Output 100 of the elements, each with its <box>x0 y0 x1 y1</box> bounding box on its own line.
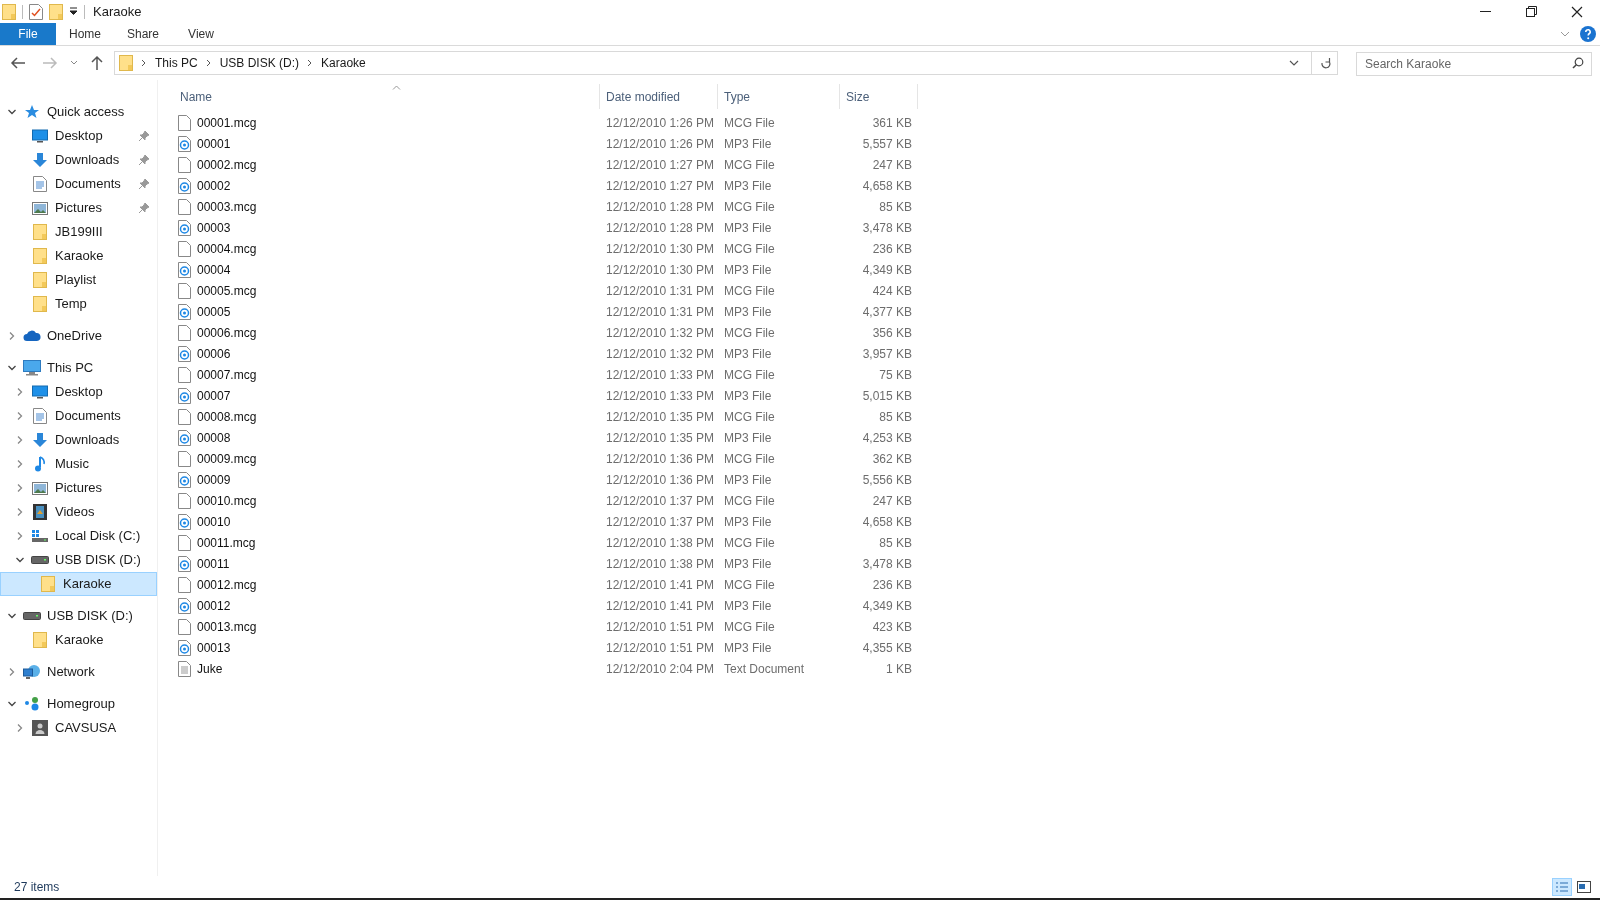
ribbon-tab[interactable]: File <box>0 23 56 45</box>
file-row[interactable]: 00010.mcg 12/12/2010 1:37 PM MCG File 247 KB <box>174 490 1600 511</box>
file-row[interactable]: 00002.mcg 12/12/2010 1:27 PM MCG File 247 KB <box>174 154 1600 175</box>
ribbon-tab[interactable]: Share <box>114 23 172 45</box>
chevron-down-icon[interactable] <box>7 107 17 117</box>
nav-item[interactable]: Desktop <box>0 380 157 404</box>
chevron-down-icon[interactable] <box>15 555 25 565</box>
file-row[interactable]: 00001.mcg 12/12/2010 1:26 PM MCG File 361 KB <box>174 112 1600 133</box>
audio-file-icon <box>178 177 191 194</box>
file-row[interactable]: 00007 12/12/2010 1:33 PM MP3 File 5,015 KB <box>174 385 1600 406</box>
dropdown-arrow-icon[interactable] <box>69 7 78 16</box>
file-row[interactable]: 00008.mcg 12/12/2010 1:35 PM MCG File 85 KB <box>174 406 1600 427</box>
file-row[interactable]: 00012.mcg 12/12/2010 1:41 PM MCG File 236 KB <box>174 574 1600 595</box>
nav-item[interactable]: Downloads <box>0 428 157 452</box>
nav-item[interactable]: Desktop <box>0 124 157 148</box>
file-row[interactable]: 00003.mcg 12/12/2010 1:28 PM MCG File 85 KB <box>174 196 1600 217</box>
nav-item[interactable]: Karaoke <box>0 572 157 596</box>
date-cell-text: 12/12/2010 1:28 PM <box>605 219 716 237</box>
folder-icon <box>33 632 47 648</box>
nav-item[interactable]: USB DISK (D:) <box>0 548 157 572</box>
date-cell-text: 12/12/2010 1:37 PM <box>605 513 716 531</box>
ribbon-tab[interactable]: Home <box>56 23 114 45</box>
nav-item[interactable]: Documents <box>0 172 157 196</box>
address-bar[interactable]: This PC USB DISK (D:) Karaoke <box>114 51 1338 75</box>
nav-item[interactable]: USB DISK (D:) <box>0 604 157 628</box>
nav-item[interactable]: Homegroup <box>0 692 157 716</box>
column-header[interactable]: Name <box>174 84 600 109</box>
nav-item[interactable]: Pictures <box>0 196 157 220</box>
file-row[interactable]: 00005.mcg 12/12/2010 1:31 PM MCG File 424 KB <box>174 280 1600 301</box>
file-row[interactable]: 00012 12/12/2010 1:41 PM MP3 File 4,349 KB <box>174 595 1600 616</box>
nav-item[interactable]: Downloads <box>0 148 157 172</box>
file-row[interactable]: 00009 12/12/2010 1:36 PM MP3 File 5,556 KB <box>174 469 1600 490</box>
file-row[interactable]: 00010 12/12/2010 1:37 PM MP3 File 4,658 KB <box>174 511 1600 532</box>
file-row[interactable]: 00011.mcg 12/12/2010 1:38 PM MCG File 85 KB <box>174 532 1600 553</box>
audio-file-icon <box>178 387 191 404</box>
search-icon[interactable] <box>1572 57 1584 69</box>
nav-item[interactable]: Quick access <box>0 100 157 124</box>
file-row[interactable]: 00013.mcg 12/12/2010 1:51 PM MCG File 423 KB <box>174 616 1600 637</box>
column-header[interactable]: Date modified <box>600 84 718 109</box>
column-header[interactable]: Size <box>840 84 918 109</box>
chevron-down-icon[interactable] <box>70 60 78 66</box>
file-row[interactable]: 00013 12/12/2010 1:51 PM MP3 File 4,355 KB <box>174 637 1600 658</box>
nav-item[interactable]: This PC <box>0 356 157 380</box>
chevron-right-icon[interactable] <box>307 59 314 67</box>
file-row[interactable]: 00006.mcg 12/12/2010 1:32 PM MCG File 356 KB <box>174 322 1600 343</box>
refresh-icon[interactable] <box>1320 56 1332 70</box>
nav-item[interactable]: CAVSUSA <box>0 716 157 740</box>
chevron-down-icon[interactable] <box>7 699 17 709</box>
ribbon-tab[interactable]: View <box>172 23 230 45</box>
help-icon[interactable] <box>1580 26 1596 42</box>
nav-label: Local Disk (C:) <box>55 527 142 546</box>
file-row[interactable]: 00004.mcg 12/12/2010 1:30 PM MCG File 236 KB <box>174 238 1600 259</box>
nav-label: Music <box>55 455 90 474</box>
properties-icon[interactable] <box>29 3 43 20</box>
file-row[interactable]: Juke 12/12/2010 2:04 PM Text Document 1 KB <box>174 658 1600 679</box>
file-row[interactable]: 00005 12/12/2010 1:31 PM MP3 File 4,377 KB <box>174 301 1600 322</box>
file-row[interactable]: 00007.mcg 12/12/2010 1:33 PM MCG File 75 KB <box>174 364 1600 385</box>
type-cell-text: MP3 File <box>723 555 773 573</box>
nav-item[interactable]: Karaoke <box>0 244 157 268</box>
file-row[interactable]: 00006 12/12/2010 1:32 PM MP3 File 3,957 KB <box>174 343 1600 364</box>
chevron-down-icon[interactable] <box>1289 59 1299 67</box>
file-row[interactable]: 00009.mcg 12/12/2010 1:36 PM MCG File 362 KB <box>174 448 1600 469</box>
pin-icon[interactable] <box>138 202 150 214</box>
audio-file-icon <box>178 345 191 362</box>
file-row[interactable]: 00001 12/12/2010 1:26 PM MP3 File 5,557 KB <box>174 133 1600 154</box>
nav-item[interactable]: Temp <box>0 292 157 316</box>
nav-item[interactable]: Local Disk (C:) <box>0 524 157 548</box>
breadcrumb-item[interactable]: USB DISK (D:) <box>219 54 300 72</box>
nav-item[interactable]: OneDrive <box>0 324 157 348</box>
file-row[interactable]: 00008 12/12/2010 1:35 PM MP3 File 4,253 KB <box>174 427 1600 448</box>
forward-arrow-icon[interactable] <box>42 56 58 70</box>
nav-item[interactable]: Documents <box>0 404 157 428</box>
nav-item[interactable]: Network <box>0 660 157 684</box>
nav-item[interactable]: Pictures <box>0 476 157 500</box>
text-file-icon <box>178 660 191 677</box>
nav-item[interactable]: Music <box>0 452 157 476</box>
back-arrow-icon[interactable] <box>10 56 26 70</box>
pin-icon[interactable] <box>138 178 150 190</box>
file-row[interactable]: 00011 12/12/2010 1:38 PM MP3 File 3,478 KB <box>174 553 1600 574</box>
up-arrow-icon[interactable] <box>90 55 104 71</box>
search-field[interactable]: Search Karaoke <box>1356 52 1592 76</box>
breadcrumb-item[interactable]: Karaoke <box>321 54 366 72</box>
nav-item[interactable]: JB199III <box>0 220 157 244</box>
file-row[interactable]: 00004 12/12/2010 1:30 PM MP3 File 4,349 KB <box>174 259 1600 280</box>
pin-icon[interactable] <box>138 154 150 166</box>
breadcrumb-item[interactable]: This PC <box>155 54 198 72</box>
chevron-right-icon[interactable] <box>205 59 212 67</box>
nav-item[interactable]: Videos <box>0 500 157 524</box>
pin-icon[interactable] <box>138 130 150 142</box>
column-header[interactable]: Type <box>718 84 840 109</box>
nav-item[interactable]: Playlist <box>0 268 157 292</box>
size-cell-text: 247 KB <box>871 156 913 174</box>
chevron-down-icon[interactable] <box>7 611 17 621</box>
large-icons-view-button[interactable] <box>1574 878 1594 896</box>
file-row[interactable]: 00002 12/12/2010 1:27 PM MP3 File 4,658 KB <box>174 175 1600 196</box>
chevron-right-icon[interactable] <box>141 59 147 67</box>
nav-item[interactable]: Karaoke <box>0 628 157 652</box>
size-cell-text: 423 KB <box>871 618 913 636</box>
chevron-down-icon[interactable] <box>7 363 17 373</box>
file-row[interactable]: 00003 12/12/2010 1:28 PM MP3 File 3,478 KB <box>174 217 1600 238</box>
